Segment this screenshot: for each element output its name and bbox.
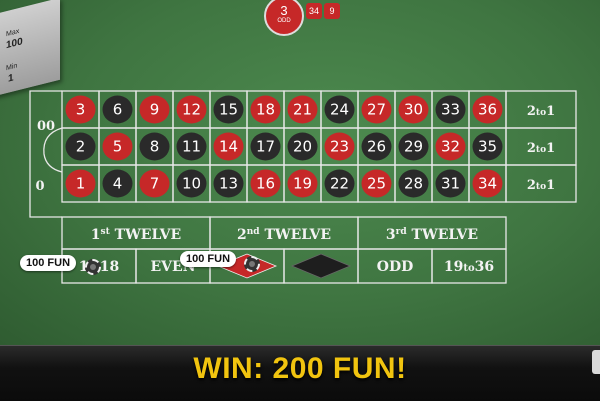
number-label: 17	[256, 138, 275, 156]
number-label: 14	[219, 138, 238, 156]
number-label: 7	[150, 175, 160, 193]
number-label: 27	[367, 101, 386, 119]
number-label: 16	[256, 175, 275, 193]
number-label: 28	[404, 175, 423, 193]
number-label: 12	[182, 101, 201, 119]
zero-area[interactable]	[29, 90, 62, 218]
column-bet-label: 2to1	[527, 141, 555, 156]
number-label: 33	[441, 101, 460, 119]
number-label: 10	[182, 175, 201, 193]
number-label: 23	[330, 138, 349, 156]
outside-bet-label: 19to36	[444, 259, 494, 275]
bet-chip-label: 100 FUN	[20, 255, 77, 271]
number-label: 32	[441, 138, 460, 156]
number-label: 3	[76, 101, 86, 119]
dozen-label: 2nd TWELVE	[237, 227, 331, 243]
number-label: 25	[367, 175, 386, 193]
number-label: 8	[150, 138, 160, 156]
column-bet-label: 2to1	[527, 178, 555, 193]
dozen-label: 3rd TWELVE	[386, 227, 478, 243]
chip-icon[interactable]	[244, 256, 260, 272]
betting-table: 0003 6 9 12 15 18 21 24 27 30 33 362 5 8 11 14 17 20 23 26 2…	[29, 90, 577, 284]
bet-chip-label: 100 FUN	[180, 251, 237, 267]
number-label: 2	[76, 138, 86, 156]
number-label: 18	[256, 101, 275, 119]
number-label: 13	[219, 175, 238, 193]
number-label: 30	[404, 101, 423, 119]
zero-label-00: 00	[37, 119, 55, 134]
number-label: 29	[404, 138, 423, 156]
number-label: 36	[478, 101, 497, 119]
number-label: 19	[293, 175, 312, 193]
number-label: 20	[293, 138, 312, 156]
side-tab[interactable]	[592, 350, 600, 374]
number-label: 9	[150, 101, 160, 119]
outside-bet-label: ODD	[377, 259, 413, 275]
number-label: 34	[478, 175, 497, 193]
number-label: 24	[330, 101, 349, 119]
number-label: 35	[478, 138, 497, 156]
black-diamond	[290, 253, 352, 279]
win-message: WIN: 200 FUN!	[193, 352, 407, 385]
number-label: 5	[113, 138, 123, 156]
number-label: 4	[113, 175, 123, 193]
dozen-label: 1st TWELVE	[91, 227, 181, 243]
number-label: 1	[76, 175, 86, 193]
zero-label-0: 0	[35, 179, 44, 194]
number-label: 31	[441, 175, 460, 193]
column-bet-label: 2to1	[527, 104, 555, 119]
number-label: 6	[113, 101, 123, 119]
number-label: 22	[330, 175, 349, 193]
zero-divider	[43, 127, 63, 173]
number-label: 26	[367, 138, 386, 156]
number-label: 15	[219, 101, 238, 119]
chip-icon[interactable]	[85, 259, 101, 275]
number-label: 11	[182, 138, 201, 156]
number-label: 21	[293, 101, 312, 119]
